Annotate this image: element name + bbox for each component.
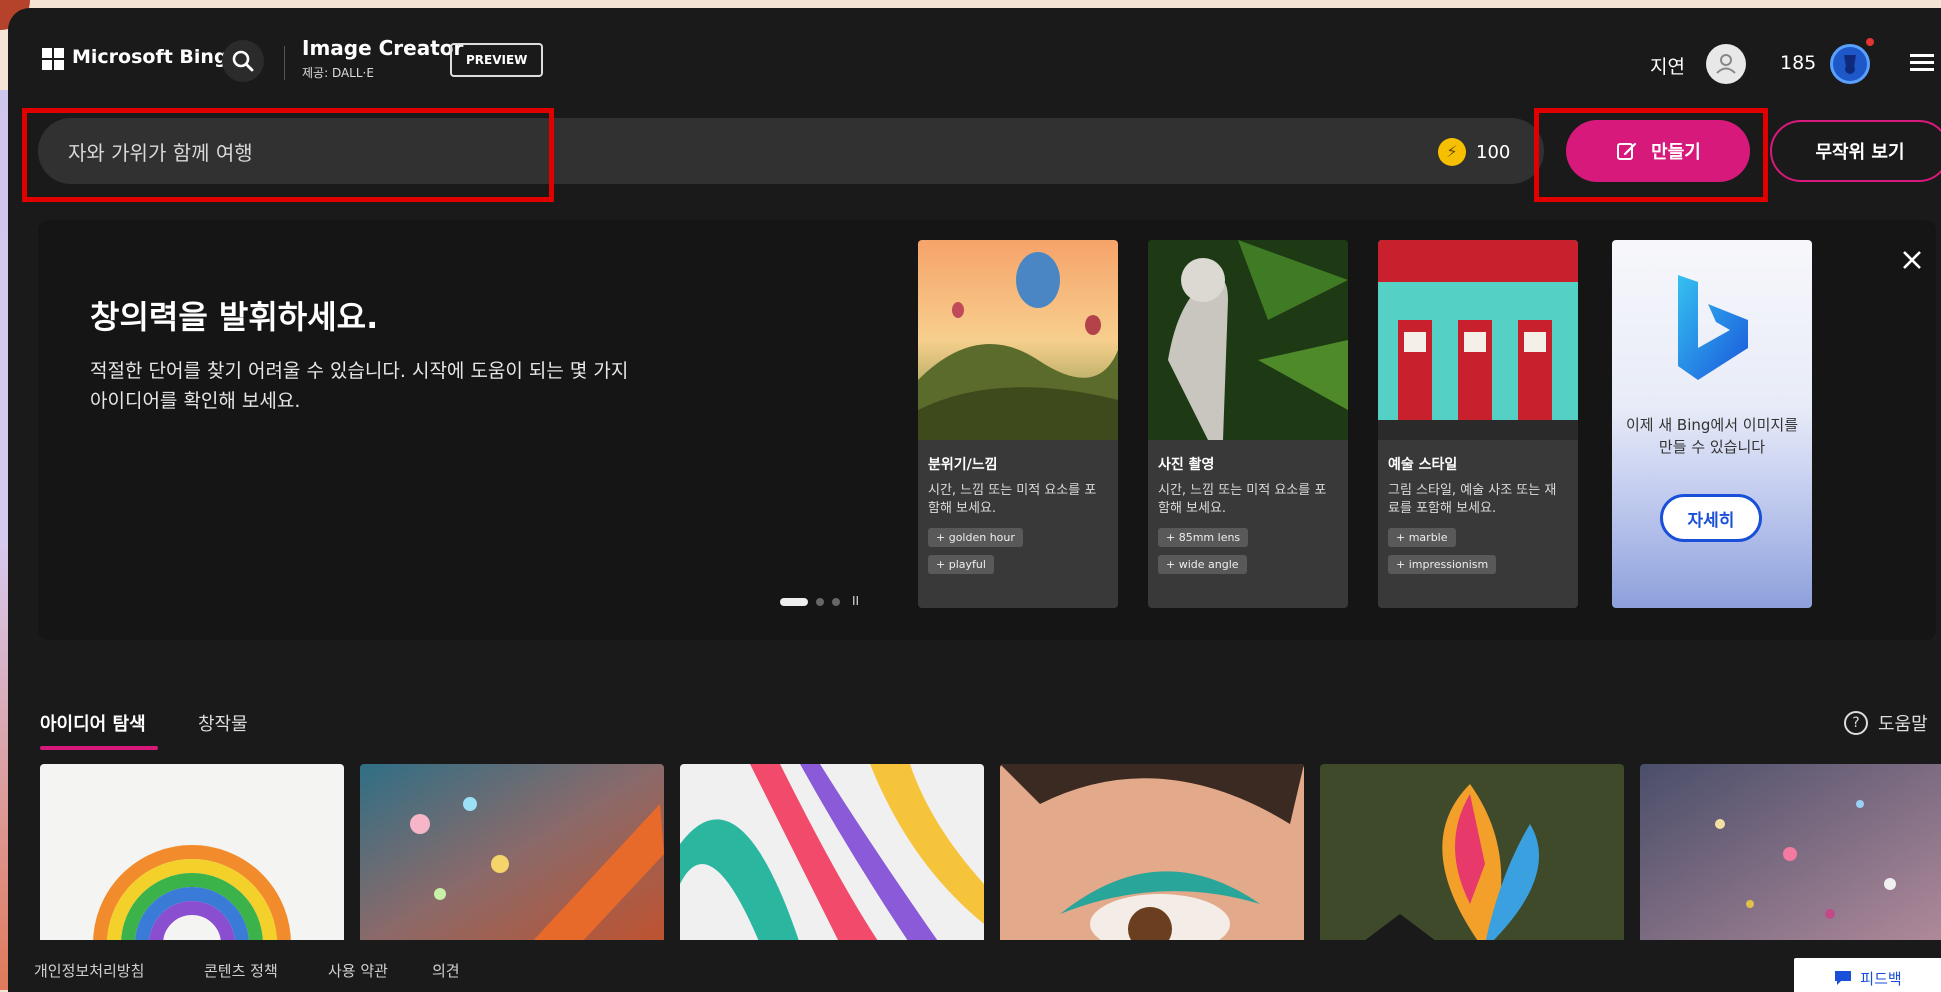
idea-card-art-style[interactable]: 예술 스타일 그림 스타일, 예술 사조 또는 재료를 포함해 보세요. + m… — [1378, 240, 1578, 608]
gallery-thumbnail[interactable] — [360, 764, 664, 944]
header-divider — [284, 46, 285, 80]
feedback-label: 피드백 — [1860, 969, 1902, 988]
username[interactable]: 지연 — [1650, 52, 1685, 79]
chat-bubble-icon — [1835, 971, 1852, 985]
keyword-chip[interactable]: + golden hour — [928, 528, 1023, 547]
header: Microsoft Bing Image Creator 제공: DALL·E … — [8, 8, 1941, 108]
brand-name[interactable]: Microsoft Bing — [72, 46, 228, 68]
active-tab-indicator — [40, 746, 158, 750]
footer: 개인정보처리방침 콘텐츠 정책 사용 약관 의견 피드백 — [8, 940, 1941, 992]
search-button[interactable] — [222, 40, 264, 82]
feedback-button[interactable]: 피드백 — [1794, 958, 1941, 992]
thumbnail-eye-makeup — [1000, 764, 1304, 944]
card-title: 분위기/느낌 — [928, 457, 998, 473]
footer-link-privacy[interactable]: 개인정보처리방침 — [34, 960, 144, 981]
surprise-me-button[interactable]: 무작위 보기 — [1770, 120, 1941, 182]
inspiration-panel: 창의력을 발휘하세요. 적절한 단어를 찾기 어려울 수 있습니다. 시작에 도… — [38, 220, 1936, 640]
footer-link-terms[interactable]: 사용 약관 — [328, 960, 388, 981]
footer-link-content-policy[interactable]: 콘텐츠 정책 — [204, 960, 278, 981]
card-description: 시간, 느낌 또는 미적 요소를 포함해 보세요. — [928, 483, 1097, 516]
tab-creations[interactable]: 창작물 — [198, 710, 248, 736]
thumbnail-butterfly — [1320, 764, 1624, 944]
footer-link-feedback[interactable]: 의견 — [432, 960, 460, 981]
hamburger-menu-icon[interactable] — [1910, 54, 1934, 72]
avatar[interactable] — [1706, 44, 1746, 84]
bing-promo-text: 이제 새 Bing에서 이미지를 만들 수 있습니다 — [1626, 416, 1798, 456]
thumbnail-glitter-pencil — [360, 764, 664, 944]
highlight-box-prompt — [22, 108, 554, 202]
keyword-chip[interactable]: + impressionism — [1388, 555, 1497, 574]
help-link[interactable]: ? 도움말 — [1844, 710, 1928, 736]
user-icon — [1716, 54, 1736, 74]
preview-badge: PREVIEW — [450, 43, 544, 77]
gallery-thumbnail[interactable] — [40, 764, 344, 944]
boost-counter[interactable]: ⚡ 100 — [1438, 138, 1510, 166]
product-title[interactable]: Image Creator — [302, 36, 463, 60]
keyword-chip[interactable]: + wide angle — [1158, 555, 1247, 574]
bing-promo-card: 이제 새 Bing에서 이미지를 만들 수 있습니다 자세히 — [1612, 240, 1812, 608]
card-description: 그림 스타일, 예술 사조 또는 재료를 포함해 보세요. — [1388, 483, 1557, 516]
highlight-box-create — [1534, 108, 1768, 202]
close-icon[interactable] — [1898, 246, 1926, 274]
rewards-medal-icon[interactable] — [1830, 44, 1870, 84]
notification-dot — [1866, 38, 1874, 46]
pause-icon[interactable]: II — [852, 594, 859, 608]
card-image-statue — [1148, 240, 1348, 440]
thumbnail-paint-splatter — [1640, 764, 1941, 944]
keyword-chip[interactable]: + marble — [1388, 528, 1456, 547]
rewards-count[interactable]: 185 — [1780, 52, 1816, 74]
gallery-thumbnail[interactable] — [680, 764, 984, 944]
learn-more-button[interactable]: 자세히 — [1660, 494, 1762, 542]
inspiration-description: 적절한 단어를 찾기 어려울 수 있습니다. 시작에 도움이 되는 몇 가지 아… — [90, 360, 629, 412]
thumbnail-ribbons — [680, 764, 984, 944]
carousel-dots — [780, 598, 840, 606]
boost-icon: ⚡ — [1438, 138, 1466, 166]
bing-logo-icon — [1678, 275, 1748, 380]
boost-count: 100 — [1476, 141, 1511, 163]
keyword-chip[interactable]: + 85mm lens — [1158, 528, 1249, 547]
card-description: 시간, 느낌 또는 미적 요소를 포함해 보세요. — [1158, 483, 1327, 516]
help-icon: ? — [1844, 711, 1868, 735]
card-image-gas-station — [1378, 240, 1578, 440]
keyword-chip[interactable]: + playful — [928, 555, 994, 574]
carousel-dot-active[interactable] — [780, 598, 808, 606]
card-title: 사진 촬영 — [1158, 457, 1215, 473]
inspiration-title: 창의력을 발휘하세요. — [90, 298, 379, 336]
gallery-thumbnail[interactable] — [1640, 764, 1941, 944]
idea-card-mood[interactable]: 분위기/느낌 시간, 느낌 또는 미적 요소를 포함해 보세요. + golde… — [918, 240, 1118, 608]
idea-card-photography[interactable]: 사진 촬영 시간, 느낌 또는 미적 요소를 포함해 보세요. + 85mm l… — [1148, 240, 1348, 608]
card-title: 예술 스타일 — [1388, 457, 1458, 473]
help-label: 도움말 — [1878, 714, 1928, 735]
tab-explore-ideas[interactable]: 아이디어 탐색 — [40, 710, 146, 736]
card-image-balloons — [918, 240, 1118, 440]
carousel-dot[interactable] — [832, 598, 840, 606]
thumbnail-rainbow — [40, 764, 344, 944]
app-window: Microsoft Bing Image Creator 제공: DALL·E … — [8, 8, 1941, 992]
gallery-thumbnail[interactable] — [1000, 764, 1304, 944]
gallery-thumbnail[interactable] — [1320, 764, 1624, 944]
microsoft-logo-icon[interactable] — [42, 48, 64, 70]
carousel-dot[interactable] — [816, 598, 824, 606]
product-subtitle: 제공: DALL·E — [302, 66, 374, 80]
search-icon — [232, 50, 254, 72]
